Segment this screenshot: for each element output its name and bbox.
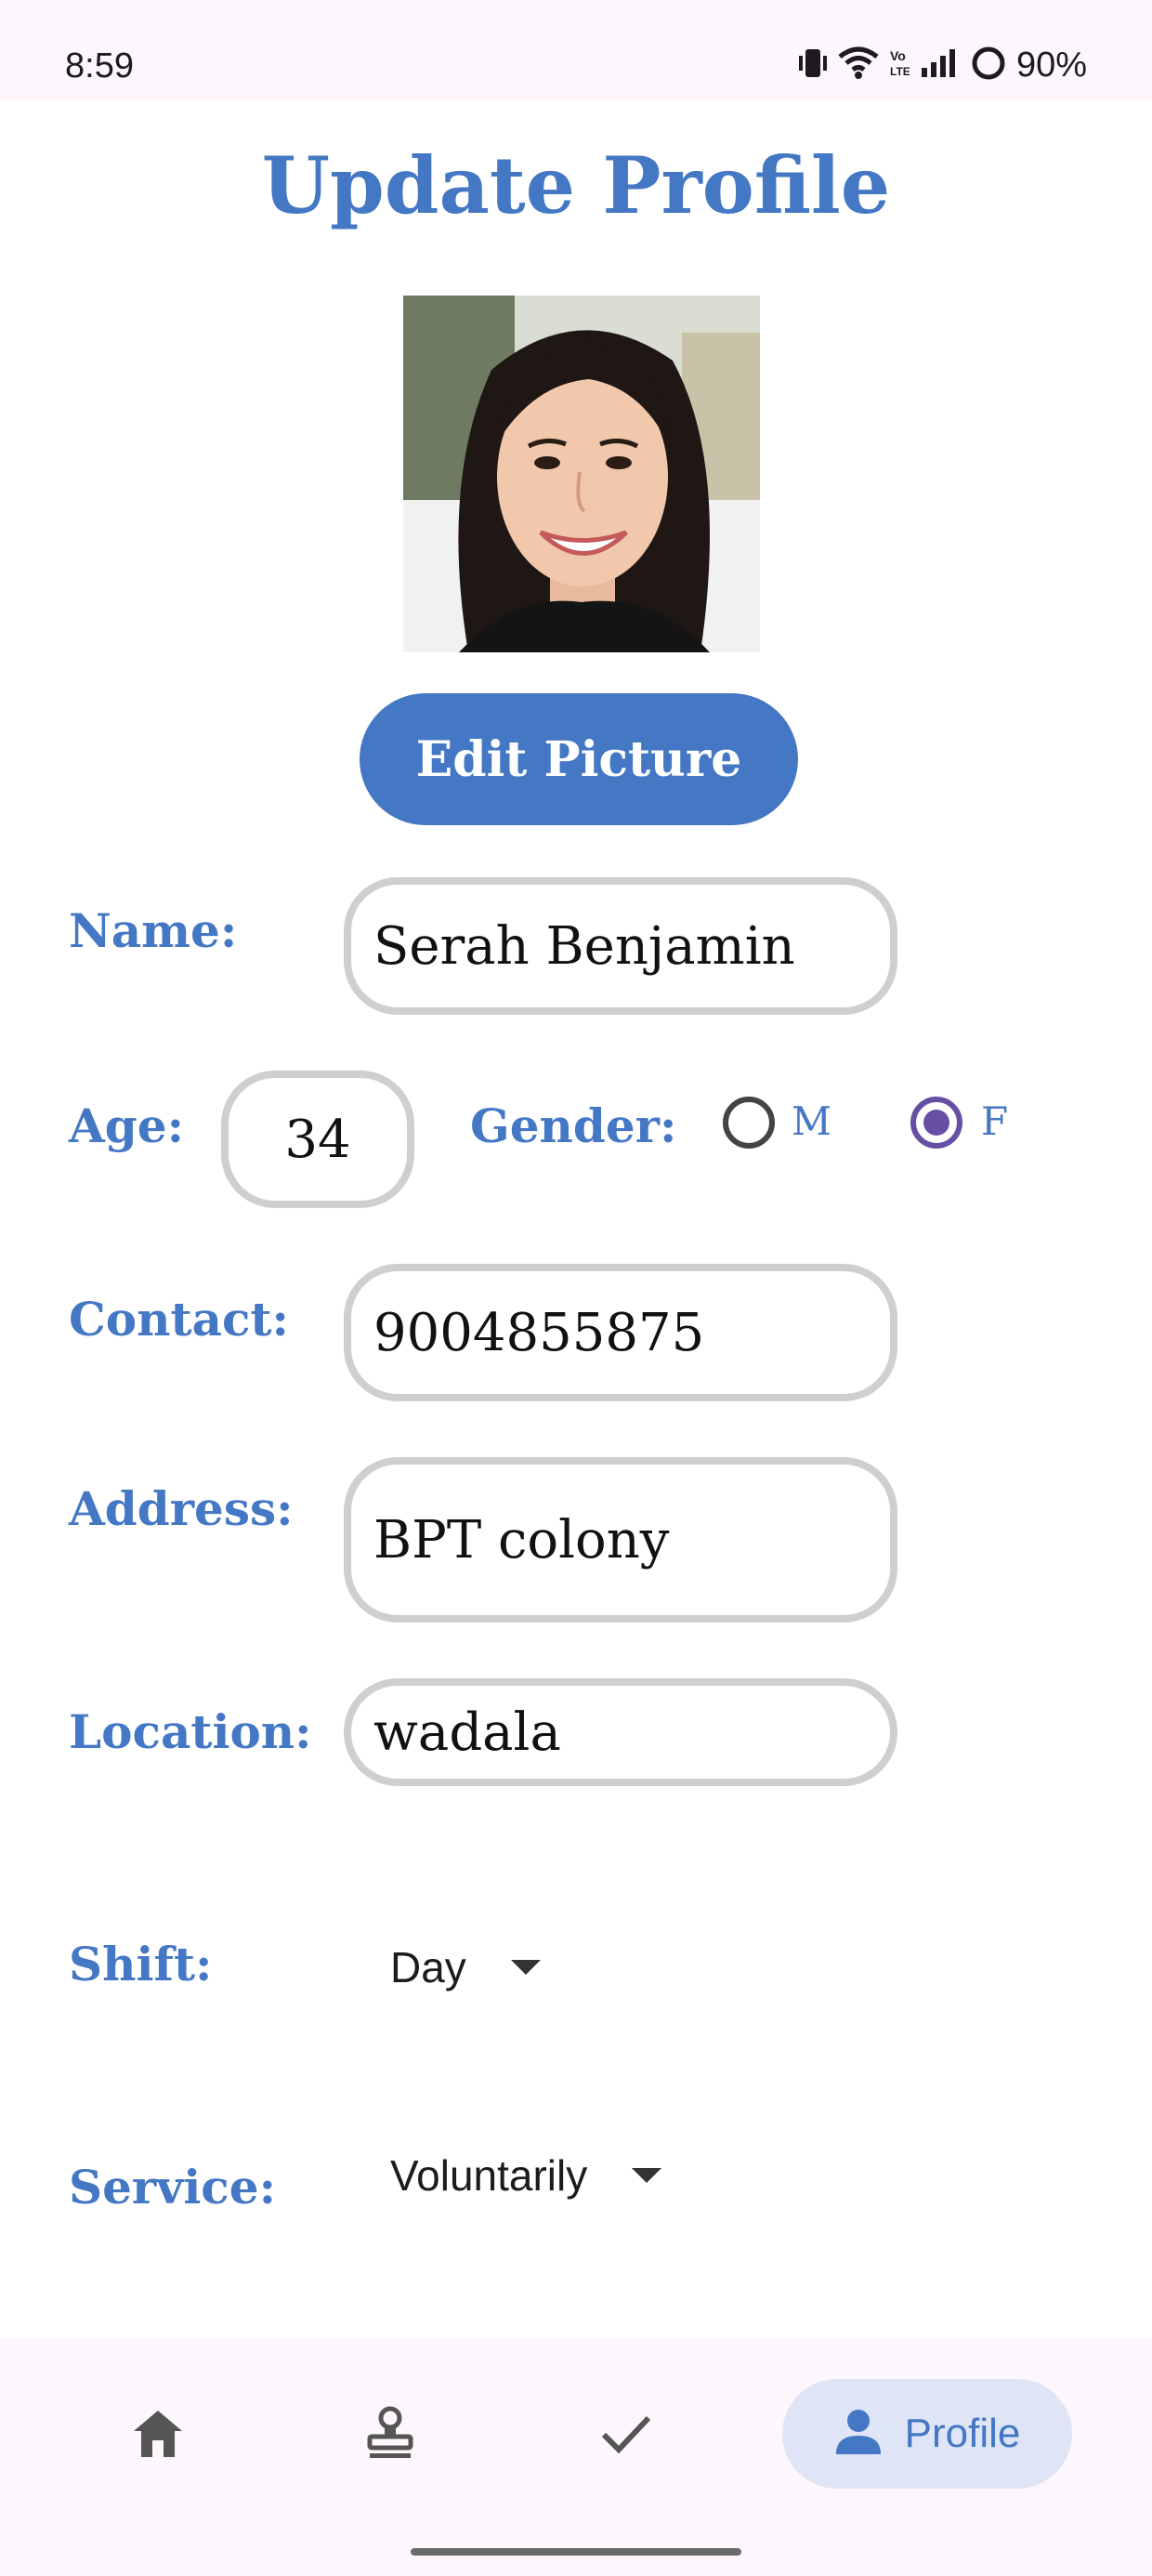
shift-dropdown[interactable]: Day	[390, 1942, 541, 1992]
battery-icon	[970, 45, 1007, 85]
location-label: Location:	[69, 1704, 312, 1759]
gender-female-label[interactable]: F	[981, 1098, 1008, 1144]
contact-field[interactable]: 9004855875	[344, 1264, 897, 1401]
service-label: Service:	[69, 2160, 277, 2215]
home-indicator[interactable]	[411, 2548, 741, 2556]
svg-text:Vo: Vo	[890, 48, 906, 63]
nav-profile-label: Profile	[904, 2411, 1021, 2456]
nav-tasks[interactable]	[570, 2398, 682, 2472]
radio-selected-dot	[923, 1110, 949, 1136]
avatar	[403, 296, 760, 652]
stamp-icon	[364, 2405, 416, 2464]
check-icon	[600, 2412, 652, 2457]
gender-label: Gender:	[470, 1098, 677, 1153]
service-dropdown[interactable]: Voluntarily	[390, 2150, 662, 2201]
shift-value: Day	[390, 1943, 466, 1991]
wifi-icon	[838, 46, 879, 85]
shift-label: Shift:	[69, 1937, 213, 1991]
contact-label: Contact:	[69, 1292, 289, 1347]
nav-home[interactable]	[102, 2398, 214, 2472]
gender-male-radio[interactable]	[723, 1097, 775, 1149]
name-label: Name:	[69, 903, 238, 958]
page-title: Update Profile	[261, 139, 891, 231]
nav-stamp[interactable]	[334, 2398, 446, 2472]
vibrate-icon	[797, 46, 829, 85]
address-field[interactable]: BPT colony	[344, 1457, 897, 1623]
svg-text:LTE: LTE	[890, 65, 910, 78]
edit-picture-button[interactable]: Edit Picture	[360, 693, 798, 825]
name-field[interactable]: Serah Benjamin	[344, 877, 897, 1015]
dropdown-arrow-icon	[632, 2168, 662, 2183]
volte-icon: Vo LTE	[888, 46, 910, 85]
age-field[interactable]: 34	[221, 1071, 414, 1208]
gender-female-radio[interactable]	[910, 1097, 962, 1149]
dropdown-arrow-icon	[510, 1960, 541, 1975]
signal-icon	[920, 46, 961, 85]
address-label: Address:	[69, 1481, 294, 1536]
location-field[interactable]: wadala	[344, 1678, 897, 1786]
battery-percentage: 90%	[1015, 45, 1087, 85]
nav-profile[interactable]: Profile	[782, 2379, 1072, 2489]
gender-male-label[interactable]: M	[792, 1098, 831, 1144]
person-icon	[834, 2408, 883, 2460]
status-bar: 8:59 Vo LTE 90%	[0, 0, 1152, 100]
age-label: Age:	[69, 1098, 185, 1153]
service-value: Voluntarily	[390, 2151, 588, 2200]
status-icons: Vo LTE 90%	[797, 45, 1087, 85]
home-icon	[130, 2407, 186, 2463]
status-time: 8:59	[65, 46, 134, 85]
